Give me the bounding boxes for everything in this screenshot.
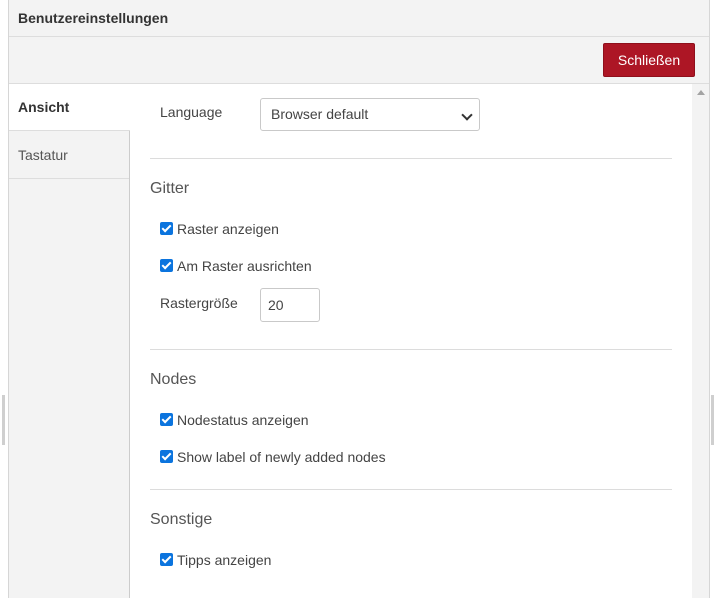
grid-size-input[interactable]: 20 xyxy=(260,288,320,322)
show-grid-label[interactable]: Raster anzeigen xyxy=(177,221,279,237)
right-resize-handle[interactable] xyxy=(711,395,714,445)
divider xyxy=(150,489,672,490)
node-status-checkbox[interactable] xyxy=(160,413,173,426)
nodes-section-heading: Nodes xyxy=(150,371,197,388)
language-select[interactable]: Browser default xyxy=(260,98,480,131)
node-label-label[interactable]: Show label of newly added nodes xyxy=(177,449,386,465)
tab-view[interactable]: Ansicht xyxy=(9,84,130,131)
close-button[interactable]: Schließen xyxy=(603,43,695,77)
dialog-title: Benutzereinstellungen xyxy=(18,10,169,26)
vertical-scrollbar[interactable] xyxy=(692,84,709,598)
show-tips-label[interactable]: Tipps anzeigen xyxy=(177,552,271,568)
language-select-value: Browser default xyxy=(271,106,369,122)
node-label-checkbox[interactable] xyxy=(160,450,173,463)
node-status-label[interactable]: Nodestatus anzeigen xyxy=(177,412,309,428)
settings-dialog: Benutzereinstellungen Schließen Ansicht … xyxy=(8,0,710,598)
view-settings-panel: Language Browser default Gitter Raster a… xyxy=(130,84,690,598)
other-section-heading: Sonstige xyxy=(150,511,213,528)
settings-tabs: Ansicht Tastatur xyxy=(9,84,130,598)
snap-to-grid-checkbox[interactable] xyxy=(160,259,173,272)
dialog-buttonbar: Schließen xyxy=(9,37,709,84)
show-tips-checkbox[interactable] xyxy=(160,553,173,566)
divider xyxy=(150,349,672,350)
chevron-down-icon xyxy=(461,109,473,121)
dialog-titlebar: Benutzereinstellungen xyxy=(9,0,709,37)
snap-to-grid-label[interactable]: Am Raster ausrichten xyxy=(177,258,312,274)
scroll-up-arrow-icon[interactable] xyxy=(697,90,705,95)
divider xyxy=(150,158,672,159)
tab-keyboard[interactable]: Tastatur xyxy=(9,132,129,179)
language-label: Language xyxy=(160,104,223,120)
show-grid-checkbox[interactable] xyxy=(160,222,173,235)
grid-section-heading: Gitter xyxy=(150,180,190,197)
grid-size-label: Rastergröße xyxy=(160,295,238,311)
left-resize-handle[interactable] xyxy=(2,395,5,445)
